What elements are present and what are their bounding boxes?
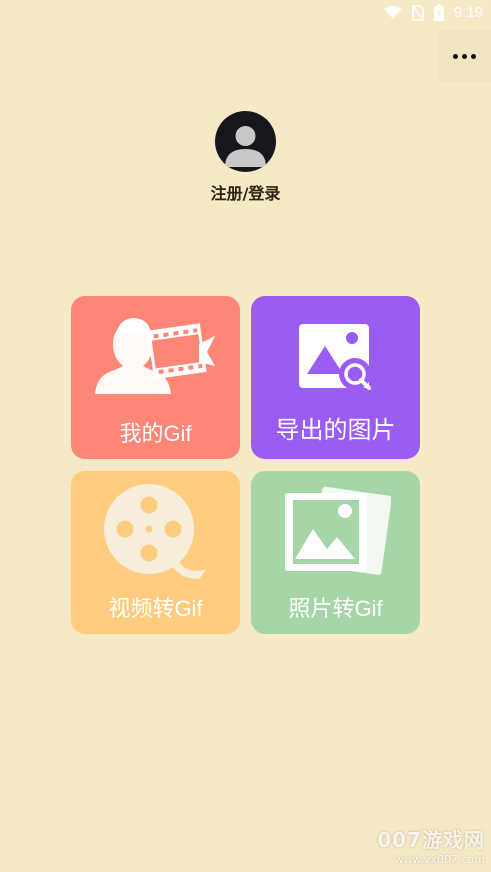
video-to-gif-tile[interactable]: 视频转Gif xyxy=(71,471,240,634)
wifi-icon xyxy=(384,5,402,19)
status-bar: 9:19 xyxy=(0,0,491,28)
my-gif-tile[interactable]: 我的Gif xyxy=(71,296,240,459)
more-menu-button[interactable] xyxy=(437,30,491,82)
watermark: 007游戏网 www.yx007.com xyxy=(377,824,485,866)
person-film-icon xyxy=(95,318,215,394)
no-sim-icon xyxy=(411,4,424,21)
my-gif-label: 我的Gif xyxy=(119,421,192,446)
photo-to-gif-tile[interactable]: 照片转Gif xyxy=(251,471,420,634)
photo-stack-icon xyxy=(285,486,391,575)
exported-images-label: 导出的图片 xyxy=(275,417,396,444)
video-to-gif-label: 视频转Gif xyxy=(108,596,203,621)
more-dots-icon xyxy=(451,53,478,59)
exported-images-tile[interactable]: 导出的图片 xyxy=(251,296,420,459)
status-icons: 9:19 xyxy=(384,4,483,21)
image-search-icon xyxy=(299,324,371,390)
watermark-main: 007游戏网 xyxy=(377,828,485,852)
battery-icon xyxy=(433,4,444,21)
photo-to-gif-label: 照片转Gif xyxy=(288,596,383,621)
watermark-url: www.yx007.com xyxy=(394,853,485,866)
avatar[interactable] xyxy=(215,111,276,172)
status-time: 9:19 xyxy=(453,4,483,21)
user-avatar-icon xyxy=(225,126,266,167)
login-register-link[interactable]: 注册/登录 xyxy=(0,180,491,204)
film-reel-icon xyxy=(104,484,207,579)
